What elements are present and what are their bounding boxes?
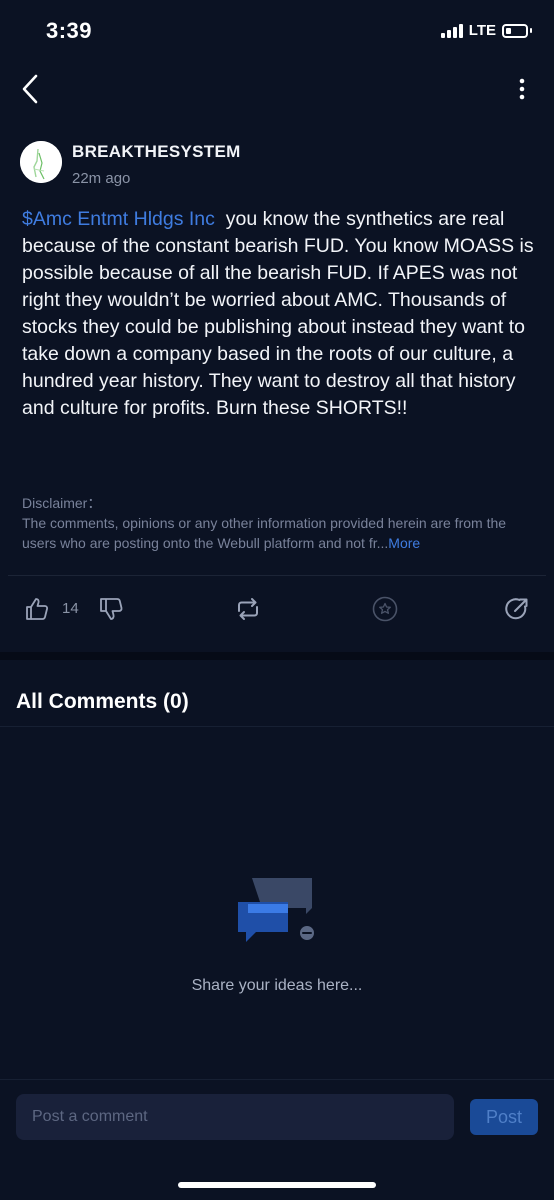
star-icon	[372, 596, 398, 622]
favorite-button[interactable]	[372, 596, 398, 622]
back-button[interactable]	[18, 72, 48, 106]
post-button[interactable]: Post	[470, 1099, 538, 1135]
empty-comments-text: Share your ideas here...	[191, 977, 363, 994]
post-timestamp: 22m ago	[72, 170, 131, 187]
empty-comments-icon	[236, 872, 318, 946]
thumbs-up-icon	[26, 598, 49, 620]
disclaimer-text: The comments, opinions or any other info…	[22, 515, 507, 551]
avatar[interactable]	[20, 141, 62, 183]
thumbs-down-icon	[100, 598, 123, 620]
disclaimer-text-block: The comments, opinions or any other info…	[22, 513, 536, 553]
like-count: 14	[62, 600, 79, 617]
comments-title: All Comments (0)	[16, 690, 189, 713]
divider	[0, 726, 554, 727]
section-separator	[0, 652, 554, 660]
repost-icon	[238, 598, 258, 620]
back-arrow-icon	[22, 74, 38, 104]
vertical-dots-icon	[519, 78, 525, 100]
author-name[interactable]: BREAKTHESYSTEM	[72, 142, 241, 162]
battery-tip	[530, 28, 532, 33]
signal-icon	[440, 23, 463, 38]
disclaimer-title: Disclaimer：	[22, 495, 102, 511]
disclaimer-more-link[interactable]: More	[388, 535, 420, 551]
battery-icon	[502, 23, 528, 38]
comment-input[interactable]	[16, 1094, 454, 1140]
dislike-button[interactable]	[98, 596, 124, 622]
home-indicator[interactable]	[178, 1182, 376, 1188]
repost-button[interactable]	[234, 596, 262, 622]
like-button[interactable]	[24, 596, 50, 622]
share-icon	[505, 598, 528, 620]
status-indicators: LTE	[440, 22, 532, 39]
status-time: 3:39	[46, 18, 93, 43]
share-button[interactable]	[504, 596, 530, 622]
more-options-button[interactable]	[510, 76, 534, 102]
ticker-link[interactable]: $Amc Entmt Hldgs Inc	[22, 208, 215, 230]
avatar-image	[20, 141, 62, 183]
divider	[8, 575, 546, 576]
post-content: $Amc Entmt Hldgs Inc you know the synthe…	[22, 206, 534, 422]
network-type: LTE	[468, 22, 496, 39]
divider	[0, 1079, 554, 1080]
post-text: you know the synthetics are real because…	[22, 208, 534, 419]
